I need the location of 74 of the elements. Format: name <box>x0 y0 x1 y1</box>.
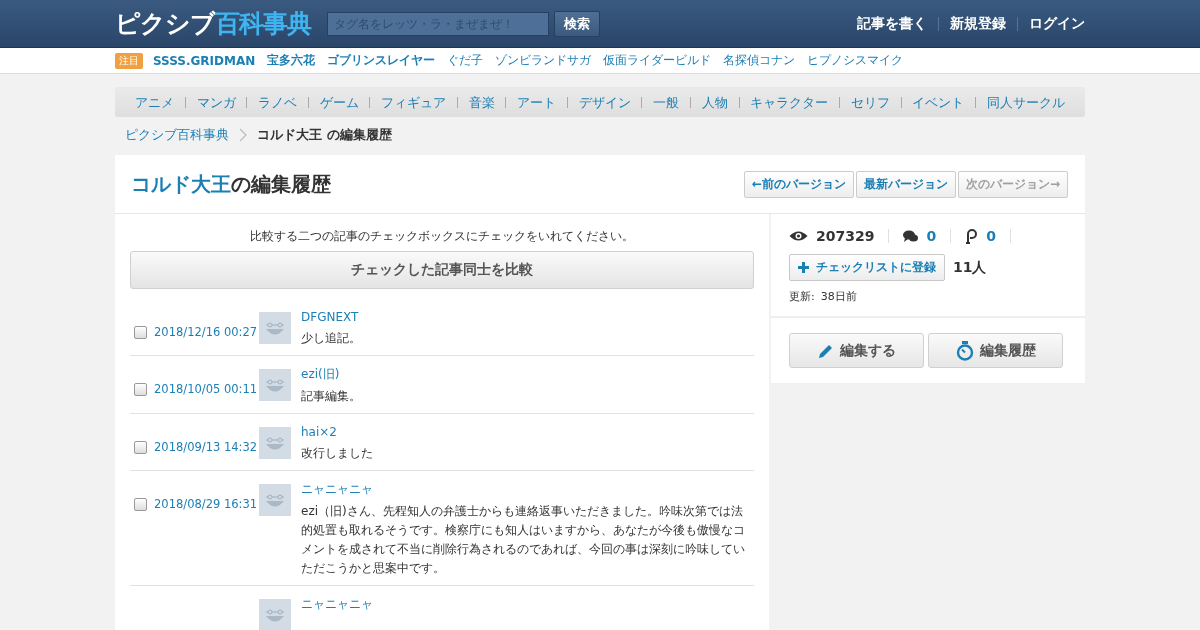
category-link[interactable]: アニメ <box>135 93 174 112</box>
trending-link[interactable]: 宝多六花 <box>267 52 316 69</box>
user-link[interactable]: ezi(旧) <box>301 366 340 383</box>
trending-link[interactable]: 名探偵コナン <box>723 52 796 69</box>
plus-icon <box>798 262 809 273</box>
revision-date-link[interactable]: 2018/09/13 14:32 <box>154 440 258 454</box>
checkbox[interactable] <box>134 325 147 339</box>
category-link[interactable]: アート <box>517 93 557 112</box>
site-logo[interactable]: ピクシブ百科事典 <box>115 7 311 40</box>
category-link[interactable]: デザイン <box>578 93 631 112</box>
edit-button[interactable]: 編集する <box>789 333 924 368</box>
header-link[interactable]: 記事を書く <box>857 14 927 33</box>
eye-icon <box>789 230 808 242</box>
history-button[interactable]: 編集履歴 <box>928 333 1063 368</box>
header-link[interactable]: ログイン <box>1029 14 1085 33</box>
comment-icon <box>903 229 919 243</box>
chevron-icon <box>239 128 247 142</box>
edit-comment: 改行しました <box>301 445 374 462</box>
revision-date-link[interactable]: 2018/10/05 00:11 <box>154 382 258 396</box>
trending-link[interactable]: SSSS.GRIDMAN <box>153 53 256 68</box>
stopwatch-icon <box>955 340 974 361</box>
pencil-icon <box>817 342 834 359</box>
category-link[interactable]: 人物 <box>701 93 728 112</box>
user-link[interactable]: ニャニャニャ <box>301 596 373 613</box>
category-link[interactable]: 同人サークル <box>986 93 1065 112</box>
search-button[interactable]: 検索 <box>554 10 600 37</box>
current-page-title: コルド大王 の編集履歴 <box>257 126 392 144</box>
pixiv-count[interactable]: 0 <box>986 228 996 244</box>
checkbox[interactable] <box>134 497 147 511</box>
trending-link[interactable]: ゾンビランドサガ <box>495 52 592 69</box>
checklist-button[interactable]: チェックリストに登録 <box>789 254 945 281</box>
avatar-icon[interactable] <box>259 369 291 401</box>
category-link[interactable]: イベント <box>912 93 965 112</box>
category-link[interactable]: ゲーム <box>319 93 359 112</box>
category-link[interactable]: 音楽 <box>468 93 495 112</box>
pixiv-icon <box>965 228 979 244</box>
page-title: の編集履歴 <box>231 171 331 196</box>
breadcrumb-link[interactable]: ピクシブ百科事典 <box>125 126 229 144</box>
category-link[interactable]: キャラクター <box>750 93 829 112</box>
category-link[interactable]: フィギュア <box>381 93 447 112</box>
category-link[interactable]: セリフ <box>850 93 890 112</box>
featured-badge: 注目 <box>115 52 143 69</box>
checkbox[interactable] <box>134 382 147 396</box>
user-link[interactable]: hai×2 <box>301 425 337 439</box>
trending-link[interactable]: ゴブリンスレイヤー <box>327 52 436 69</box>
revision-date-link[interactable]: 2018/12/16 00:27 <box>154 325 258 339</box>
checklist-count: 11人 <box>953 258 987 277</box>
trending-link[interactable]: 仮面ライダービルド <box>603 52 712 69</box>
header-link[interactable]: 新規登録 <box>950 14 1006 33</box>
version-button[interactable]: 最新バージョン <box>855 170 956 198</box>
instruction-text: 比較する二つの記事のチェックボックスにチェックをいれてください。 <box>249 228 635 245</box>
category-link[interactable]: 一般 <box>653 93 680 112</box>
category-link[interactable]: マンガ <box>196 93 236 112</box>
compare-button[interactable]: チェックした記事同士を比較 <box>130 251 754 289</box>
checkbox[interactable] <box>134 440 147 454</box>
avatar-icon[interactable] <box>259 312 291 344</box>
avatar-icon[interactable] <box>259 599 291 630</box>
comment-count[interactable]: 0 <box>926 228 937 244</box>
edit-comment: 少し追記。 <box>301 330 362 347</box>
user-link[interactable]: DFGNEXT <box>301 310 359 324</box>
version-button[interactable]: ←前のバージョン <box>743 170 854 198</box>
category-link[interactable]: ラノベ <box>258 93 298 112</box>
avatar-icon[interactable] <box>259 484 291 516</box>
avatar-icon[interactable] <box>259 427 291 459</box>
trending-link[interactable]: ヒプノシスマイク <box>807 52 904 69</box>
edit-comment: 記事編集。 <box>301 388 362 405</box>
edit-comment: ezi（旧)さん、先程知人の弁護士からも連絡返事いただきました。吟味次第では法的処置も取れるそうです。検察庁にも知人はいますから、あなたが今後も傲慢なコメントを成されて不当に削除行為されるのであれば、今回の事は深刻に吟味していただこうかと思案中です。 <box>301 503 746 577</box>
revision-date-link[interactable]: 2018/08/29 16:31 <box>154 497 258 511</box>
user-link[interactable]: ニャニャニャ <box>301 481 373 498</box>
view-count: 207329 <box>816 228 875 244</box>
updated-time: 38日前 <box>820 289 857 304</box>
article-link[interactable]: コルド大王 <box>131 171 231 196</box>
updated-label: 更新: <box>789 289 815 304</box>
trending-link[interactable]: ぐだ子 <box>447 52 484 69</box>
